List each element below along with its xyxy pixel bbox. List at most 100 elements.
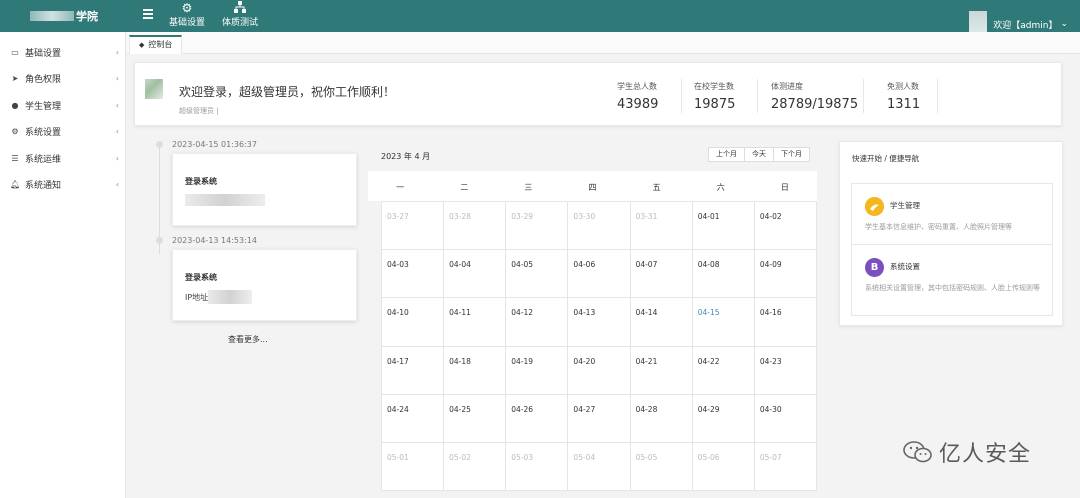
calendar-day-cell[interactable]: 04-13: [568, 298, 631, 347]
calendar-weekday-header: 一 二 三 四 五 六 日: [368, 171, 817, 201]
calendar-day-cell[interactable]: 04-03: [382, 250, 445, 299]
next-month-button[interactable]: 下个月: [773, 147, 810, 162]
calendar-day-cell[interactable]: 04-18: [444, 346, 507, 395]
nav-fitness-test-label: 体质测试: [222, 18, 259, 28]
calendar-day-cell[interactable]: 04-06: [568, 250, 631, 299]
calendar-day-cell[interactable]: 04-23: [754, 346, 817, 395]
sidebar-item-basic-settings[interactable]: ▭ 基础设置 ‹: [0, 39, 125, 66]
calendar-day-cell[interactable]: 04-12: [506, 298, 569, 347]
page-tabs: ◆ 控制台: [127, 32, 1080, 54]
calendar-day-cell[interactable]: 04-26: [506, 394, 569, 443]
stat-label: 免测人数: [887, 82, 919, 91]
menu-toggle-icon[interactable]: [143, 9, 153, 19]
welcome-title: 欢迎登录，超级管理员，祝你工作顺利！: [179, 85, 396, 99]
quick-nav-title: 快速开始 / 便捷导航: [852, 154, 920, 163]
divider: [863, 79, 864, 113]
brand-logo[interactable]: 学院: [30, 8, 98, 24]
gears-icon: ⚙: [11, 127, 19, 137]
calendar-grid: 03-27 03-28 03-29 03-30 03-31 04-01 04-02 04-03…: [381, 201, 817, 491]
divider: [681, 79, 682, 113]
quick-nav-item-student-management[interactable]: 学生管理 学生基本信息维护、密码重置、人脸照片管理等: [852, 184, 1052, 245]
divider: [757, 79, 758, 113]
quick-nav-item-name: 系统设置: [890, 262, 920, 271]
calendar-day-cell[interactable]: 04-09: [754, 250, 817, 299]
calendar-day-cell[interactable]: 04-27: [568, 394, 631, 443]
calendar-day-cell[interactable]: 04-30: [754, 394, 817, 443]
quick-nav-item-desc: 学生基本信息维护、密码重置、人脸照片管理等: [865, 223, 1012, 231]
timeline-dot: [156, 237, 163, 244]
calendar-day-cell[interactable]: 04-28: [630, 394, 693, 443]
chevron-left-icon: ‹: [115, 47, 119, 57]
calendar-day-cell[interactable]: 04-01: [692, 202, 755, 251]
calendar-day-cell[interactable]: 04-20: [568, 346, 631, 395]
calendar-day-cell[interactable]: 05-02: [444, 442, 507, 491]
sidebar-item-label: 角色权限: [25, 75, 62, 86]
top-navbar: 学院 ⚙ 基础设置 体质测试 欢迎【admin】 ⌄: [0, 0, 1080, 41]
sidebar: ▭ 基础设置 ‹ ➤ 角色权限 ‹ ● 学生管理 ‹ ⚙ 系统设置 ‹ ☰ 系统…: [0, 32, 126, 498]
calendar-day-cell[interactable]: 04-04: [444, 250, 507, 299]
calendar-day-cell[interactable]: 04-17: [382, 346, 445, 395]
chevron-left-icon: ‹: [115, 100, 119, 110]
calendar-day-cell[interactable]: 04-19: [506, 346, 569, 395]
chevron-left-icon: ‹: [115, 127, 119, 137]
sidebar-item-label: 系统运维: [25, 154, 62, 165]
sidebar-item-system-settings[interactable]: ⚙ 系统设置 ‹: [0, 119, 125, 146]
calendar-day-cell[interactable]: 05-06: [692, 442, 755, 491]
stat-value: 43989: [617, 97, 659, 112]
quick-nav-item-system-settings[interactable]: B 系统设置 系统相关设置管理，其中包括密码规则、人脸上传规则等: [852, 245, 1052, 315]
calendar-day-cell[interactable]: 04-25: [444, 394, 507, 443]
sitemap-icon: [222, 1, 258, 15]
calendar-day-cell[interactable]: 04-21: [630, 346, 693, 395]
calendar-day-cell[interactable]: 05-05: [630, 442, 693, 491]
sidebar-item-role-permissions[interactable]: ➤ 角色权限 ‹: [0, 66, 125, 93]
calendar-day-cell[interactable]: 04-24: [382, 394, 445, 443]
calendar-day-cell[interactable]: 04-29: [692, 394, 755, 443]
calendar-day-cell[interactable]: 03-31: [630, 202, 693, 251]
calendar-day-cell[interactable]: 04-16: [754, 298, 817, 347]
sidebar-item-system-notifications[interactable]: 🔔︎ 系统通知 ‹: [0, 172, 125, 199]
calendar-day-cell[interactable]: 04-08: [692, 250, 755, 299]
calendar-day-cell[interactable]: 03-27: [382, 202, 445, 251]
quick-nav-list: 学生管理 学生基本信息维护、密码重置、人脸照片管理等 B 系统设置 系统相关设置…: [851, 183, 1053, 316]
tab-console[interactable]: ◆ 控制台: [129, 35, 183, 54]
nav-fitness-test[interactable]: 体质测试: [222, 1, 258, 28]
calendar-day-cell[interactable]: 05-07: [754, 442, 817, 491]
sidebar-item-label: 学生管理: [25, 101, 62, 112]
calendar-day-cell[interactable]: 03-29: [506, 202, 569, 251]
welcome-panel: 欢迎登录，超级管理员，祝你工作顺利！ 超级管理员 | 学生总人数 43989 在…: [134, 62, 1062, 126]
view-more-link[interactable]: 查看更多...: [228, 334, 268, 345]
prev-month-button[interactable]: 上个月: [708, 147, 745, 162]
sidebar-item-system-ops[interactable]: ☰ 系统运维 ‹: [0, 145, 125, 172]
timeline-time: 2023-04-15 01:36:37: [172, 140, 257, 149]
calendar-day-cell[interactable]: 04-14: [630, 298, 693, 347]
calendar-day-cell[interactable]: 03-30: [568, 202, 631, 251]
avatar: [145, 79, 163, 99]
user-role: 超级管理员 |: [179, 107, 219, 115]
stat-exempt-count: 免测人数 1311: [887, 81, 920, 113]
timeline-card-title: 登录系统: [185, 177, 217, 186]
list-icon: ☰: [11, 153, 19, 163]
users-icon: ●: [11, 100, 19, 110]
sidebar-item-label: 基础设置: [25, 48, 62, 59]
calendar-day-cell[interactable]: 04-02: [754, 202, 817, 251]
timeline-card-title: 登录系统: [185, 273, 217, 282]
calendar-day-cell[interactable]: 04-22: [692, 346, 755, 395]
calendar-day-cell[interactable]: 04-15: [692, 298, 755, 347]
weekday-label: 六: [716, 183, 725, 192]
calendar-day-cell[interactable]: 05-03: [506, 442, 569, 491]
weekday-label: 日: [780, 183, 789, 192]
ip-label: IP地址: [185, 292, 209, 302]
calendar-day-cell[interactable]: 03-28: [444, 202, 507, 251]
calendar-day-cell[interactable]: 04-05: [506, 250, 569, 299]
calendar-day-cell[interactable]: 05-01: [382, 442, 445, 491]
calendar-day-cell[interactable]: 04-07: [630, 250, 693, 299]
sidebar-item-student-management[interactable]: ● 学生管理 ‹: [0, 92, 125, 119]
nav-basic-settings[interactable]: ⚙ 基础设置: [169, 1, 205, 28]
chevron-left-icon: ‹: [115, 180, 119, 190]
weekday-label: 三: [524, 183, 533, 192]
calendar-day-cell[interactable]: 05-04: [568, 442, 631, 491]
calendar-day-cell[interactable]: 04-11: [444, 298, 507, 347]
stat-test-progress: 体测进度 28789/19875: [771, 81, 858, 113]
today-button[interactable]: 今天: [744, 147, 774, 162]
calendar-day-cell[interactable]: 04-10: [382, 298, 445, 347]
